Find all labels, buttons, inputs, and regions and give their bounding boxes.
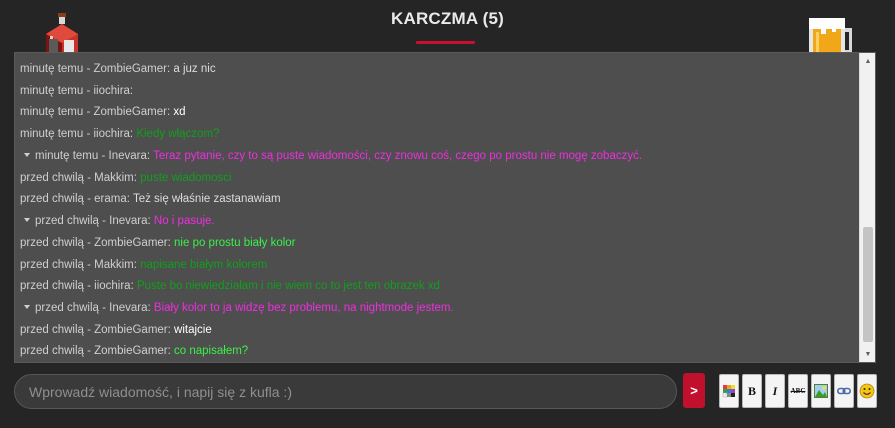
message-meta: przed chwilą - ZombieGamer: xyxy=(20,237,171,249)
message-text: Też się właśnie zastanawiam xyxy=(132,193,281,205)
message-text: Biały kolor to ja widzę bez problemu, na… xyxy=(153,302,454,314)
chat-message: minutę temu - iiochira: Kiedy włączom? xyxy=(20,127,219,141)
message-text: a juz nic xyxy=(173,63,216,75)
message-list: minutę temu - ZombieGamer: a juz nic minu… xyxy=(15,55,859,362)
emoji-button[interactable] xyxy=(857,374,877,408)
strikethrough-button[interactable]: ABC xyxy=(788,374,808,408)
chat-message: minutę temu - Inevara: Teraz pytanie, cz… xyxy=(20,149,642,163)
chat-scrollbar[interactable]: ▲ ▼ xyxy=(859,53,875,362)
message-meta: przed chwilą - iiochira: xyxy=(20,280,134,292)
title-underline xyxy=(416,41,475,44)
message-meta: przed chwilą - erama: xyxy=(20,193,130,205)
message-meta: przed chwilą - Makkim: xyxy=(20,172,137,184)
link-icon xyxy=(837,387,851,395)
message-text: Kiedy włączom? xyxy=(136,128,220,140)
message-input-wrapper xyxy=(14,374,677,409)
bold-icon: B xyxy=(747,383,756,398)
collapse-arrow-icon[interactable] xyxy=(24,305,30,310)
page-title: KARCZMA (5) xyxy=(391,9,504,28)
message-meta: przed chwilą - Makkim: xyxy=(20,259,137,271)
message-text: nie po prostu biały kolor xyxy=(174,237,296,249)
message-meta: przed chwilą - ZombieGamer: xyxy=(20,345,171,357)
insert-link-button[interactable] xyxy=(834,374,854,408)
color-palette-icon xyxy=(722,385,735,398)
italic-icon: I xyxy=(772,383,778,398)
chat-message: przed chwilą - ZombieGamer: co napisałem… xyxy=(20,344,248,358)
chat-message: przed chwilą - ZombieGamer: nie po prost… xyxy=(20,236,296,250)
message-text: puste wiadomosci xyxy=(140,172,232,184)
message-input[interactable] xyxy=(15,375,676,408)
chat-message: przed chwilą - ZombieGamer: witajcie xyxy=(20,323,212,337)
chat-message: przed chwilą - erama: Też się właśnie za… xyxy=(20,192,281,206)
chat-message: przed chwilą - Inevara: Biały kolor to j… xyxy=(20,301,454,315)
strikethrough-icon: ABC xyxy=(790,387,806,395)
chat-message: przed chwilą - iiochira: Puste bo niewie… xyxy=(20,279,440,293)
message-text: Teraz pytanie, czy to są puste wiadomośc… xyxy=(153,150,643,162)
message-text: co napisałem? xyxy=(174,345,249,357)
chat-message: minutę temu - ZombieGamer: a juz nic xyxy=(20,62,216,76)
message-meta: przed chwilą - Inevara: xyxy=(35,302,151,314)
message-text: witajcie xyxy=(174,324,212,336)
message-meta: przed chwilą - Inevara: xyxy=(35,215,151,227)
collapse-arrow-icon[interactable] xyxy=(24,153,30,158)
message-text: napisane białym kolorem xyxy=(140,259,268,271)
chat-message: minutę temu - ZombieGamer: xd xyxy=(20,105,186,119)
scroll-up-arrow-icon[interactable]: ▲ xyxy=(860,53,876,69)
message-meta: minutę temu - iiochira: xyxy=(20,128,134,140)
message-meta: minutę temu - Inevara: xyxy=(35,150,151,162)
scrollbar-thumb[interactable] xyxy=(863,227,873,342)
color-palette-button[interactable] xyxy=(719,374,739,408)
message-text: Puste bo niewiedziałam i nie wiem co to … xyxy=(136,280,440,292)
insert-image-button[interactable] xyxy=(811,374,831,408)
chat-message: przed chwilą - Inevara: No i pasuje. xyxy=(20,214,215,228)
message-meta: minutę temu - ZombieGamer: xyxy=(20,63,171,75)
italic-button[interactable]: I xyxy=(765,374,785,408)
collapse-arrow-icon[interactable] xyxy=(24,218,30,223)
chat-log: minutę temu - ZombieGamer: a juz nic minu… xyxy=(14,52,876,363)
message-meta: przed chwilą - ZombieGamer: xyxy=(20,324,171,336)
message-text: xd xyxy=(173,106,186,118)
message-text: No i pasuje. xyxy=(153,215,215,227)
image-icon xyxy=(814,384,828,398)
message-meta: minutę temu - iiochira: xyxy=(20,85,134,97)
chat-message: przed chwilą - Makkim: puste wiadomosci xyxy=(20,171,232,185)
chat-message: przed chwilą - Makkim: napisane białym k… xyxy=(20,258,267,272)
send-button[interactable]: > xyxy=(683,373,705,408)
chat-header: KARCZMA (5) xyxy=(0,0,895,62)
scroll-down-arrow-icon[interactable]: ▼ xyxy=(860,346,876,362)
bold-button[interactable]: B xyxy=(742,374,762,408)
message-meta: minutę temu - ZombieGamer: xyxy=(20,106,171,118)
chat-message: minutę temu - iiochira: xyxy=(20,84,133,98)
smiley-icon xyxy=(859,383,875,399)
